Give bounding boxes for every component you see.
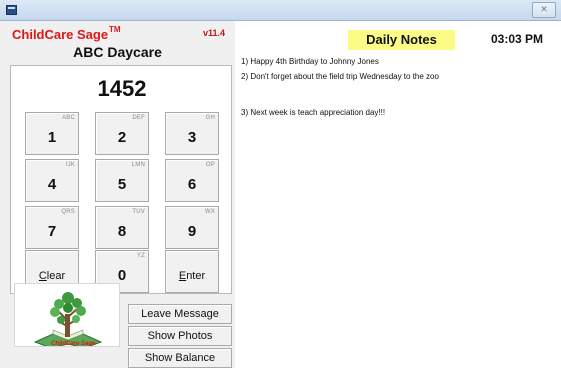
clock-display: 03:03 PM: [491, 32, 544, 46]
key-letters: OP: [205, 162, 215, 168]
key-digit: 9: [187, 223, 197, 240]
show-photos-button[interactable]: Show Photos: [128, 326, 232, 346]
trademark-mark: TM: [109, 25, 121, 34]
key-3[interactable]: GH 3: [165, 112, 219, 155]
key-digit: 3: [187, 129, 197, 146]
tree-book-icon: ChildCare Sage: [33, 292, 103, 347]
daily-notes-header: Daily Notes: [348, 30, 455, 50]
keypad: 1452 ABC 1 DEF 2 GH 3 IJK 4 LMN 5 OP 6 Q…: [10, 65, 232, 294]
key-9[interactable]: WX 9: [165, 206, 219, 249]
key-digit: 6: [187, 176, 197, 193]
daily-notes-title: Daily Notes: [366, 32, 437, 47]
key-letters: QRS: [61, 209, 75, 215]
svg-text:ChildCare Sage: ChildCare Sage: [51, 341, 96, 347]
key-5[interactable]: LMN 5: [95, 159, 149, 202]
key-letters: TUV: [132, 209, 145, 215]
close-button[interactable]: ✕: [532, 2, 556, 18]
key-letters: YZ: [136, 253, 145, 259]
key-letters: GH: [205, 115, 215, 121]
version-label: v11.4: [203, 28, 226, 38]
note-item: 2) Don't forget about the field trip Wed…: [241, 72, 439, 81]
title-bar: ✕: [0, 0, 561, 21]
key-8[interactable]: TUV 8: [95, 206, 149, 249]
key-7[interactable]: QRS 7: [25, 206, 79, 249]
note-item: 1) Happy 4th Birthday to Johnny Jones: [241, 57, 379, 66]
key-4[interactable]: IJK 4: [25, 159, 79, 202]
leave-message-button[interactable]: Leave Message: [128, 304, 232, 324]
key-6[interactable]: OP 6: [165, 159, 219, 202]
key-1[interactable]: ABC 1: [25, 112, 79, 155]
enter-button[interactable]: Enter: [165, 250, 219, 293]
key-digit: 7: [47, 223, 57, 240]
key-letters: IJK: [65, 162, 75, 168]
key-letters: LMN: [131, 162, 145, 168]
key-digit: 2: [117, 129, 127, 146]
key-digit: 5: [117, 176, 127, 193]
center-name: ABC Daycare: [73, 44, 162, 60]
key-digit: 4: [47, 176, 57, 193]
key-letters: DEF: [132, 115, 145, 121]
key-digit: 8: [117, 223, 127, 240]
app-icon: [6, 5, 17, 15]
enter-label: Enter: [178, 270, 206, 282]
brand-name: ChildCare Sage: [12, 27, 109, 42]
note-item: 3) Next week is teach appreciation day!!…: [241, 108, 386, 117]
key-letters: WX: [204, 209, 215, 215]
key-digit: 1: [47, 129, 57, 146]
show-balance-button[interactable]: Show Balance: [128, 348, 232, 368]
key-letters: ABC: [62, 115, 75, 121]
clear-label: Clear: [38, 270, 66, 282]
key-2[interactable]: DEF 2: [95, 112, 149, 155]
code-display: 1452: [97, 76, 147, 101]
childcare-sage-logo: ChildCare Sage: [14, 283, 120, 347]
key-digit: 0: [117, 267, 127, 284]
